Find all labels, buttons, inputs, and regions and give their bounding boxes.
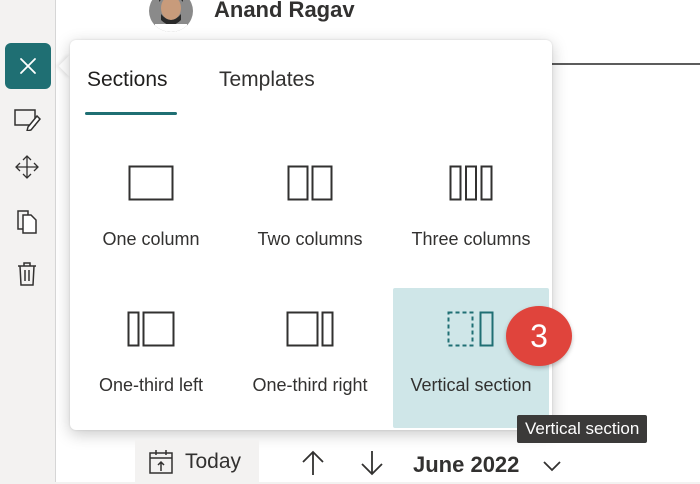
one-third-left-icon bbox=[127, 311, 175, 347]
close-button[interactable] bbox=[5, 43, 51, 89]
edit-section-button[interactable] bbox=[12, 104, 42, 134]
tab-sections[interactable]: Sections bbox=[87, 68, 168, 92]
close-icon bbox=[20, 58, 36, 74]
layout-label: One-third left bbox=[98, 375, 204, 395]
layout-one-column[interactable]: One column bbox=[73, 142, 229, 282]
layout-one-third-left[interactable]: One-third left bbox=[73, 288, 229, 428]
duplicate-section-button[interactable] bbox=[12, 206, 42, 236]
layout-label: Three columns bbox=[411, 229, 531, 249]
selected-tab-indicator bbox=[85, 112, 177, 115]
layout-label: Vertical section bbox=[410, 375, 532, 395]
one-third-right-icon bbox=[286, 311, 334, 347]
vertical-section-icon bbox=[447, 311, 494, 347]
one-column-icon bbox=[128, 165, 174, 201]
today-button[interactable]: Today bbox=[135, 440, 259, 484]
delete-icon bbox=[18, 262, 36, 286]
layout-label: One-third right bbox=[252, 375, 368, 395]
calendar-today-icon bbox=[149, 450, 173, 474]
edit-icon bbox=[14, 109, 41, 131]
delete-section-button[interactable] bbox=[12, 259, 42, 289]
layout-label: One column bbox=[102, 229, 200, 249]
chevron-down-icon[interactable] bbox=[540, 454, 564, 478]
tooltip: Vertical section bbox=[517, 415, 648, 443]
layout-two-columns[interactable]: Two columns bbox=[232, 142, 388, 282]
today-label: Today bbox=[185, 450, 242, 473]
month-selector[interactable]: June 2022 bbox=[413, 452, 519, 478]
three-columns-icon bbox=[449, 165, 493, 201]
section-layout-popup: Sections Templates One column Two column… bbox=[70, 40, 552, 430]
layout-three-columns[interactable]: Three columns bbox=[393, 142, 549, 282]
move-section-button[interactable] bbox=[12, 152, 42, 182]
header-divider bbox=[535, 63, 700, 65]
move-icon bbox=[15, 155, 39, 179]
arrow-down-icon[interactable] bbox=[357, 448, 387, 478]
tab-templates[interactable]: Templates bbox=[219, 68, 315, 92]
duplicate-icon bbox=[17, 210, 37, 234]
layout-one-third-right[interactable]: One-third right bbox=[232, 288, 388, 428]
layout-label: Two columns bbox=[257, 229, 363, 249]
two-columns-icon bbox=[287, 165, 333, 201]
arrow-up-icon[interactable] bbox=[298, 448, 328, 478]
author-name: Anand Ragav bbox=[214, 0, 355, 22]
step-number-badge: 3 bbox=[506, 306, 572, 366]
